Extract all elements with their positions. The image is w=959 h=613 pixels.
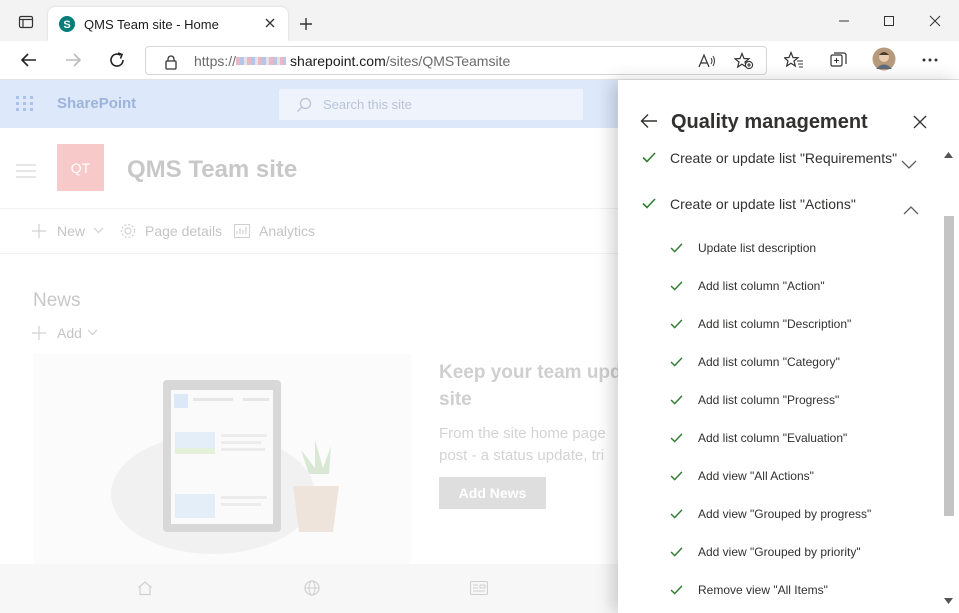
analytics-icon xyxy=(234,224,250,238)
panel-scrollbar[interactable] xyxy=(941,146,959,613)
url-text: https://sharepoint.com/sites/QMSTeamsite xyxy=(194,53,511,69)
browser-tab[interactable]: S QMS Team site - Home xyxy=(48,7,288,41)
step-actions[interactable]: Create or update list "Actions" xyxy=(670,196,856,212)
browser-tab-bar: S QMS Team site - Home xyxy=(0,0,959,41)
substep-item: Add list column "Progress" xyxy=(698,393,840,407)
more-options-icon[interactable] xyxy=(916,46,944,74)
substep-item: Remove view "All Items" xyxy=(698,583,828,597)
check-icon xyxy=(670,509,683,519)
step-requirements[interactable]: Create or update list "Requirements" xyxy=(670,150,897,166)
scroll-down-icon[interactable] xyxy=(944,598,953,604)
scrollbar-thumb[interactable] xyxy=(944,216,954,516)
close-window-icon[interactable] xyxy=(921,7,949,35)
check-icon xyxy=(670,243,683,253)
substep-item: Add list column "Evaluation" xyxy=(698,431,848,445)
globe-icon[interactable] xyxy=(304,580,320,596)
svg-text:S: S xyxy=(63,19,70,31)
check-icon xyxy=(670,585,683,595)
gear-icon xyxy=(120,223,136,239)
check-icon xyxy=(642,152,656,163)
maximize-icon[interactable] xyxy=(875,7,903,35)
refresh-icon[interactable] xyxy=(103,46,131,74)
home-icon[interactable] xyxy=(137,580,153,596)
substep-item: Add view "Grouped by priority" xyxy=(698,545,861,559)
substep-item: Add list column "Category" xyxy=(698,355,840,369)
forward-icon[interactable] xyxy=(59,46,87,74)
search-icon xyxy=(296,97,312,113)
site-logo[interactable]: QT xyxy=(57,144,104,191)
substep-item: Add list column "Action" xyxy=(698,279,825,293)
profile-avatar[interactable] xyxy=(870,45,898,73)
minimize-icon[interactable] xyxy=(830,7,858,35)
panel-title: Quality management xyxy=(671,111,868,133)
check-icon xyxy=(670,357,683,367)
substep-item: Add list column "Description" xyxy=(698,317,852,331)
site-search-box[interactable]: Search this site xyxy=(279,89,583,120)
sharepoint-favicon-icon: S xyxy=(58,15,76,33)
check-icon xyxy=(670,547,683,557)
analytics-command[interactable]: Analytics xyxy=(259,223,315,239)
divider xyxy=(0,208,620,209)
check-icon xyxy=(670,319,683,329)
check-icon xyxy=(642,198,656,209)
new-command[interactable]: New xyxy=(57,223,85,239)
substep-item: Add view "Grouped by progress" xyxy=(698,507,872,521)
hamburger-menu-icon[interactable] xyxy=(16,164,36,178)
substep-item: Add view "All Actions" xyxy=(698,469,814,483)
chevron-down-icon xyxy=(87,329,98,336)
page-details-command[interactable]: Page details xyxy=(145,223,222,239)
chevron-up-icon[interactable] xyxy=(903,205,919,215)
quality-management-panel: Quality management Create or update list… xyxy=(618,80,959,613)
new-tab-icon[interactable] xyxy=(292,10,320,38)
chevron-down-icon xyxy=(93,227,104,234)
news-icon[interactable] xyxy=(470,581,488,595)
collections-icon[interactable] xyxy=(825,46,853,74)
tab-actions-icon[interactable] xyxy=(12,8,40,36)
sharepoint-brand[interactable]: SharePoint xyxy=(57,95,136,112)
app-launcher-icon[interactable] xyxy=(16,96,34,112)
add-news-command[interactable]: Add xyxy=(57,325,82,341)
check-icon xyxy=(670,395,683,405)
add-favorite-icon[interactable] xyxy=(734,52,754,70)
check-icon xyxy=(670,471,683,481)
search-placeholder: Search this site xyxy=(323,97,412,112)
check-icon xyxy=(670,433,683,443)
substep-item: Update list description xyxy=(698,241,817,255)
add-news-button[interactable]: Add News xyxy=(439,477,546,509)
address-bar[interactable]: https://sharepoint.com/sites/QMSTeamsite xyxy=(145,46,767,75)
redacted-subdomain xyxy=(236,57,287,66)
browser-toolbar: https://sharepoint.com/sites/QMSTeamsite xyxy=(0,41,959,80)
scroll-up-icon[interactable] xyxy=(944,152,953,158)
plus-icon xyxy=(32,224,46,238)
promo-body: From the site home page post - a status … xyxy=(439,425,606,464)
read-aloud-icon[interactable] xyxy=(698,53,716,69)
back-icon[interactable] xyxy=(15,46,43,74)
site-title[interactable]: QMS Team site xyxy=(127,156,297,184)
news-heading: News xyxy=(33,290,81,311)
check-icon xyxy=(670,281,683,291)
plus-icon xyxy=(32,326,46,340)
lock-icon[interactable] xyxy=(164,54,178,70)
divider xyxy=(0,253,620,254)
close-panel-icon[interactable] xyxy=(913,115,927,129)
chevron-down-icon[interactable] xyxy=(901,160,917,170)
news-illustration xyxy=(33,354,411,564)
tab-title: QMS Team site - Home xyxy=(84,17,219,32)
close-tab-icon[interactable] xyxy=(264,17,276,29)
promo-heading: Keep your team upd site xyxy=(439,362,622,410)
back-arrow-icon[interactable] xyxy=(640,113,658,129)
favorites-icon[interactable] xyxy=(780,46,808,74)
